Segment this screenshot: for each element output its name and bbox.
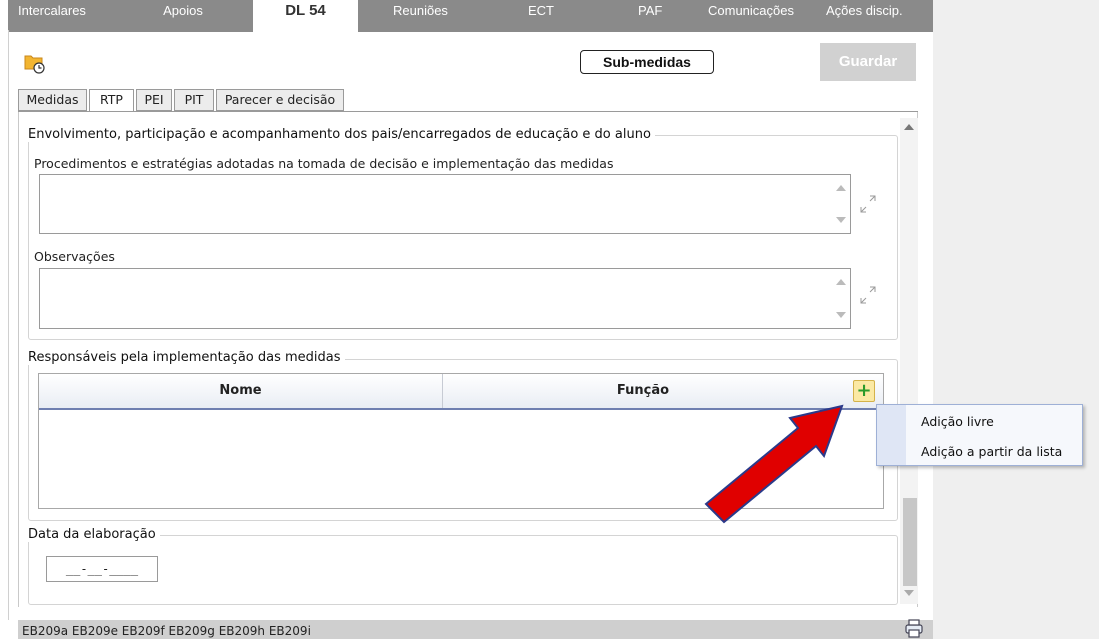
nav-tab-intercalares[interactable]: Intercalares xyxy=(18,0,118,32)
menu-item-adicao-livre[interactable]: Adição livre xyxy=(921,414,994,429)
nav-tab-reunioes[interactable]: Reuniões xyxy=(393,0,473,32)
column-nome[interactable]: Nome xyxy=(39,374,442,408)
observations-label: Observações xyxy=(34,249,115,264)
nav-tab-paf[interactable]: PAF xyxy=(638,0,678,32)
content-scrollbar[interactable] xyxy=(900,118,918,604)
procedures-label: Procedimentos e estratégias adotadas na … xyxy=(34,156,614,171)
add-context-menu: Adição livre Adição a partir da lista xyxy=(876,404,1083,466)
date-input[interactable]: __-__-____ xyxy=(46,556,158,582)
tab-pit[interactable]: PIT xyxy=(174,89,214,111)
printer-icon[interactable] xyxy=(903,617,925,639)
responsibles-legend: Responsáveis pela implementação das medi… xyxy=(28,350,345,365)
sub-medidas-button[interactable]: Sub-medidas xyxy=(580,50,714,74)
nav-tab-comunicacoes[interactable]: Comunicações xyxy=(708,0,818,32)
observations-textarea[interactable] xyxy=(39,268,851,329)
tab-parecer-decisao[interactable]: Parecer e decisão xyxy=(216,89,344,111)
right-empty-panel xyxy=(933,0,1099,639)
red-arrow-annotation xyxy=(704,404,844,524)
scroll-up-arrow-icon[interactable] xyxy=(904,124,914,130)
expand-procedures-icon[interactable] xyxy=(858,194,878,214)
date-fieldset xyxy=(28,535,898,605)
nav-tab-ect[interactable]: ECT xyxy=(528,0,568,32)
nav-tab-dl54[interactable]: DL 54 xyxy=(253,0,358,32)
left-border xyxy=(8,30,9,620)
textarea-scroll-down-icon[interactable] xyxy=(836,312,846,318)
date-legend: Data da elaboração xyxy=(28,527,160,542)
nav-tab-apoios[interactable]: Apoios xyxy=(148,0,218,32)
top-navigation: Intercalares Apoios DL 54 Reuniões ECT P… xyxy=(8,0,933,32)
tab-pei[interactable]: PEI xyxy=(136,89,172,111)
procedures-textarea[interactable] xyxy=(39,174,851,234)
parents-legend: Envolvimento, participação e acompanhame… xyxy=(28,127,655,142)
observations-scrollbar[interactable] xyxy=(832,269,850,328)
tab-rtp[interactable]: RTP xyxy=(89,89,134,112)
scrollbar-thumb[interactable] xyxy=(903,498,917,586)
textarea-scroll-up-icon[interactable] xyxy=(836,279,846,285)
footer-codes: EB209a EB209e EB209f EB209g EB209h EB209… xyxy=(22,624,311,638)
scroll-down-arrow-icon[interactable] xyxy=(904,590,914,596)
nav-tab-acoes-discip[interactable]: Ações discip. xyxy=(826,0,931,32)
plus-icon[interactable]: + xyxy=(853,380,875,402)
tab-medidas[interactable]: Medidas xyxy=(18,89,87,111)
menu-gutter xyxy=(877,405,906,465)
menu-item-adicao-lista[interactable]: Adição a partir da lista xyxy=(921,444,1062,459)
procedures-scrollbar[interactable] xyxy=(832,175,850,233)
textarea-scroll-down-icon[interactable] xyxy=(836,217,846,223)
save-button[interactable]: Guardar xyxy=(820,43,916,81)
textarea-scroll-up-icon[interactable] xyxy=(836,185,846,191)
folder-clock-icon[interactable] xyxy=(24,52,46,74)
expand-observations-icon[interactable] xyxy=(858,285,878,305)
